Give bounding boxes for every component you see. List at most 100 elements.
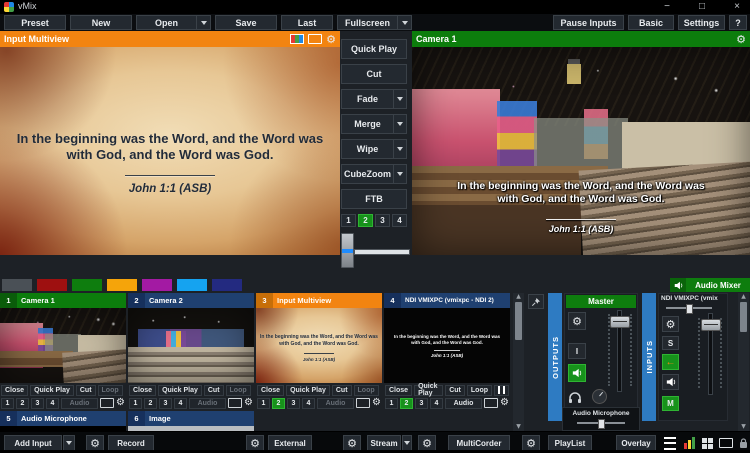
scroll-up-icon[interactable]: ▲ [516,294,521,300]
headphones-icon[interactable] [568,390,582,402]
stream-settings-button[interactable]: ⚙ [343,435,361,451]
ndi-fader-handle[interactable] [701,319,721,331]
playlist-settings-button[interactable]: ⚙ [522,435,540,451]
record-button[interactable]: Record [108,435,154,451]
ndi-pan-handle[interactable] [686,304,693,314]
input1-loop-button[interactable]: Loop [98,385,123,396]
merge-button[interactable]: Merge [341,114,407,134]
input1-thumbnail[interactable] [0,308,126,383]
input4-overlay3[interactable]: 3 [415,398,428,409]
input2-loop-button[interactable]: Loop [226,385,251,396]
lock-button[interactable] [737,435,749,451]
master-mute-button[interactable] [568,364,586,382]
input2-quickplay-button[interactable]: Quick Play [158,385,202,396]
input6-header[interactable]: 6 Image [128,411,254,426]
gear-icon[interactable]: ⚙ [372,398,381,408]
input3-close-button[interactable]: Close [257,385,284,396]
category-swatch-gray[interactable] [2,279,32,291]
pin-button[interactable] [528,294,544,309]
input3-thumbnail[interactable]: In the beginning was the Word, and the W… [256,308,382,383]
input3-loop-button[interactable]: Loop [354,385,379,396]
input4-thumbnail[interactable]: In the beginning was the Word, and the W… [384,308,510,383]
mic-pan[interactable] [577,422,625,424]
quick-play-button[interactable]: Quick Play [341,39,407,59]
audio-mixer-button[interactable]: Audio Mixer [670,278,750,292]
input2-cut-button[interactable]: Cut [204,385,224,396]
fullscreen-icon[interactable] [356,398,370,408]
gear-icon[interactable]: ⚙ [736,34,746,45]
record-settings-button[interactable]: ⚙ [86,435,104,451]
category-swatch-orange[interactable] [107,279,137,291]
external-button[interactable]: External [268,435,312,451]
inputs-bar[interactable]: INPUTS [642,293,656,421]
ftb-button[interactable]: FTB [341,189,407,209]
multicorder-button[interactable]: MultiCorder [448,435,510,451]
master-settings-button[interactable]: ⚙ [568,312,586,330]
multicorder-settings-button[interactable]: ⚙ [418,435,436,451]
input4-cut-button[interactable]: Cut [445,385,465,396]
stream-button[interactable]: Stream [367,435,401,451]
add-input-dropdown[interactable] [63,435,75,451]
input1-overlay2[interactable]: 2 [16,398,29,409]
monitor-icon[interactable] [308,34,322,44]
save-button[interactable]: Save [215,15,277,30]
new-button[interactable]: New [70,15,132,30]
basic-button[interactable]: Basic [628,15,674,30]
settings-button[interactable]: Settings [678,15,725,30]
mixer-scrollbar[interactable]: ▲ ▼ [738,293,749,431]
overlay-button[interactable]: Overlay [616,435,656,451]
scroll-down-icon[interactable]: ▼ [516,424,521,430]
tbar-handle[interactable] [341,233,354,268]
input3-quickplay-button[interactable]: Quick Play [286,385,330,396]
input3-overlay4[interactable]: 4 [302,398,315,409]
input2-audio-button[interactable]: Audio [189,398,226,409]
input1-audio-button[interactable]: Audio [61,398,98,409]
open-button[interactable]: Open [136,15,211,30]
overlay-3-button[interactable]: 3 [375,214,390,227]
fade-dropdown[interactable] [393,90,406,108]
input2-header[interactable]: 2 Camera 2 [128,293,254,308]
preset-button[interactable]: Preset [4,15,66,30]
merge-dropdown[interactable] [393,115,406,133]
overlay-1-button[interactable]: 1 [341,214,356,227]
add-input-button[interactable]: Add Input [4,435,62,451]
input1-close-button[interactable]: Close [1,385,28,396]
fullscreen-icon[interactable] [100,398,114,408]
master-bus-button[interactable]: I [568,343,586,359]
input2-overlay2[interactable]: 2 [144,398,157,409]
input4-audio-button[interactable]: Audio [445,398,482,409]
input4-close-button[interactable]: Close [385,385,412,396]
pause-inputs-button[interactable]: Pause Inputs [553,15,624,30]
input1-overlay4[interactable]: 4 [46,398,59,409]
input4-header[interactable]: 4 NDI VMIXPC (vmixpc - NDI 2) [384,293,510,308]
input5-header[interactable]: 5 Audio Microphone [0,411,126,426]
category-swatch-red[interactable] [37,279,67,291]
close-button[interactable]: × [730,0,744,13]
category-swatch-purple[interactable] [142,279,172,291]
last-button[interactable]: Last [281,15,333,30]
ndi-bus-arrow-button[interactable]: ← [662,354,679,370]
gear-icon[interactable]: ⚙ [500,398,509,408]
fullscreen-icon[interactable] [228,398,242,408]
input2-close-button[interactable]: Close [129,385,156,396]
fullscreen-dropdown[interactable] [397,16,411,29]
input3-overlay3[interactable]: 3 [287,398,300,409]
scrollbar-thumb[interactable] [740,302,747,332]
cubezoom-button[interactable]: CubeZoom [341,164,407,184]
menu-button[interactable] [662,435,678,451]
input2-overlay4[interactable]: 4 [174,398,187,409]
preview-video[interactable]: In the beginning was the Word, and the W… [0,47,340,255]
minimize-button[interactable]: − [660,0,674,13]
playlist-button[interactable]: PlayList [548,435,592,451]
help-button[interactable]: ? [729,15,747,30]
fade-button[interactable]: Fade [341,89,407,109]
category-swatch-green[interactable] [72,279,102,291]
input3-header[interactable]: 3 Input Multiview [256,293,382,308]
input4-quickplay-button[interactable]: Quick Play [414,385,443,396]
input4-loop-button[interactable]: Loop [467,385,492,396]
input4-overlay4[interactable]: 4 [430,398,443,409]
input1-cut-button[interactable]: Cut [76,385,96,396]
ndi-mute-button[interactable]: M [662,396,679,411]
gear-icon[interactable]: ⚙ [244,398,253,408]
input2-overlay3[interactable]: 3 [159,398,172,409]
